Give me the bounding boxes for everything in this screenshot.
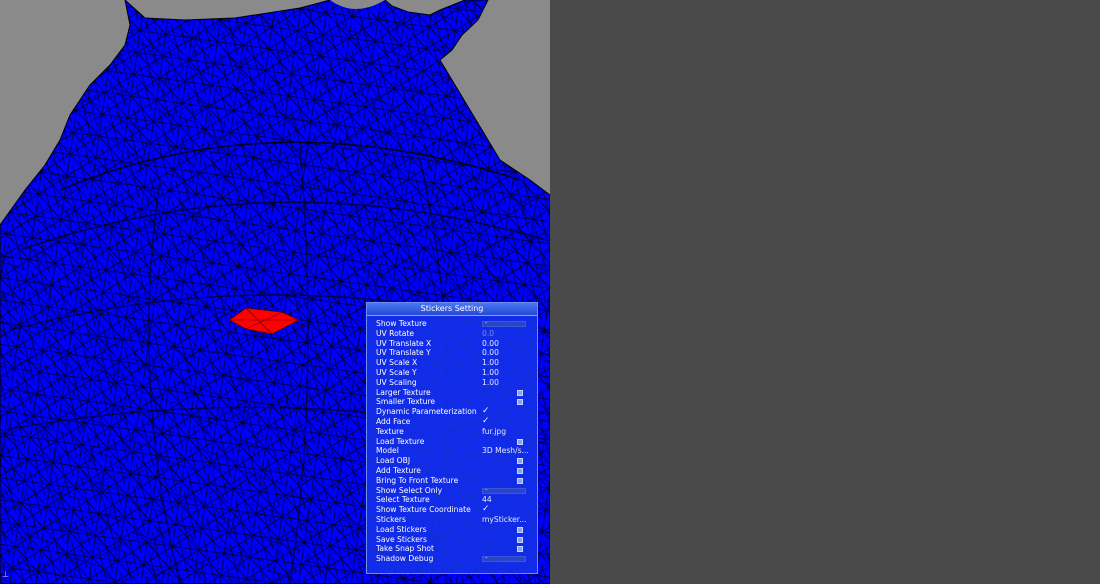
setting-value[interactable]: 1.00 (482, 378, 499, 388)
setting-label: Take Snap Shot (376, 544, 435, 554)
setting-label: Load Texture (376, 436, 425, 446)
setting-label: UV Scale X (376, 358, 418, 368)
setting-label: Stickers (376, 514, 406, 524)
setting-row-uv-scale-x[interactable]: UV Scale X 1.00 (367, 358, 537, 368)
panel-title[interactable]: Stickers Setting (367, 303, 537, 316)
setting-row-uv-scaling[interactable]: UV Scaling 1.00 (367, 378, 537, 388)
setting-label: Save Stickers (376, 534, 428, 544)
setting-label: Show Texture (376, 319, 427, 328)
setting-row-shadow-debug[interactable]: Shadow Debug - (367, 554, 537, 564)
setting-label: Show Texture Coordinate (376, 505, 471, 515)
empty-side-pane (550, 0, 1100, 584)
checkmark-icon[interactable]: ✓ (482, 416, 490, 426)
setting-row-stickers[interactable]: Stickers mySticker... (367, 515, 537, 525)
setting-value[interactable]: 1.00 (482, 358, 499, 368)
action-button[interactable] (517, 389, 523, 396)
setting-row-dynamic-parameterization[interactable]: Dynamic Parameterization ✓ (367, 407, 537, 417)
setting-label: Load OBJ (376, 456, 411, 466)
action-button[interactable] (517, 546, 523, 553)
setting-row-save-stickers[interactable]: Save Stickers (367, 535, 537, 545)
setting-label: Larger Texture (376, 387, 431, 397)
setting-row-add-face[interactable]: Add Face ✓ (367, 416, 537, 427)
settings-rows: Show Texture - UV Rotate 0.0 UV Translate X 0… (367, 316, 537, 564)
setting-row-uv-translate-y[interactable]: UV Translate Y 0.00 (367, 348, 537, 358)
setting-row-show-select-only[interactable]: Show Select Only - (367, 486, 537, 496)
action-button[interactable] (517, 536, 523, 543)
slider-control[interactable]: - (482, 485, 526, 494)
action-button[interactable] (517, 399, 523, 406)
setting-row-uv-scale-y[interactable]: UV Scale Y 1.00 (367, 368, 537, 378)
action-button[interactable] (517, 526, 523, 533)
setting-row-bring-to-front-texture[interactable]: Bring To Front Texture (367, 476, 537, 486)
setting-label: UV Rotate (376, 328, 415, 338)
setting-row-show-texture[interactable]: Show Texture - (367, 319, 537, 329)
setting-label: Smaller Texture (376, 397, 436, 407)
setting-row-show-texture-coordinate[interactable]: Show Texture Coordinate ✓ (367, 505, 537, 515)
setting-label: Load Stickers (376, 524, 427, 534)
slider-control[interactable]: - (482, 554, 526, 563)
setting-label: Shadow Debug (376, 554, 434, 564)
action-button[interactable] (517, 458, 523, 465)
stickers-settings-panel[interactable]: Stickers Setting Show Texture - UV Rotate 0… (366, 302, 538, 574)
setting-label: UV Translate Y (376, 348, 431, 358)
setting-row-select-texture[interactable]: Select Texture 44 (367, 495, 537, 505)
setting-row-uv-rotate[interactable]: UV Rotate 0.0 (367, 329, 537, 339)
setting-label: Add Texture (376, 465, 421, 475)
setting-row-smaller-texture[interactable]: Smaller Texture (367, 397, 537, 407)
setting-value[interactable]: fur.jpg (482, 427, 506, 437)
setting-value[interactable]: mySticker... (482, 515, 528, 525)
setting-label: Bring To Front Texture (376, 475, 459, 485)
setting-label: Select Texture (376, 495, 430, 505)
slider-value: - (485, 319, 488, 327)
setting-value[interactable]: 0.00 (482, 348, 499, 358)
slider-control[interactable]: - (482, 319, 526, 327)
setting-row-larger-texture[interactable]: Larger Texture (367, 388, 537, 398)
setting-row-uv-translate-x[interactable]: UV Translate X 0.00 (367, 339, 537, 349)
setting-value[interactable]: 1.00 (482, 368, 499, 378)
setting-label: Model (376, 446, 399, 456)
action-button[interactable] (517, 467, 523, 474)
setting-row-take-snap-shot[interactable]: Take Snap Shot (367, 544, 537, 554)
setting-value[interactable]: 0.00 (482, 339, 499, 349)
setting-label: UV Scaling (376, 377, 417, 387)
slider-value: - (485, 554, 488, 563)
setting-value[interactable]: 0.0 (482, 329, 494, 339)
axis-icon: ⊥ (2, 570, 9, 579)
setting-label: UV Scale Y (376, 367, 417, 377)
setting-label: Show Select Only (376, 485, 443, 495)
setting-label: UV Translate X (376, 338, 432, 348)
slider-value: - (485, 485, 488, 494)
setting-label: Texture (376, 426, 404, 436)
setting-row-texture[interactable]: Texture fur.jpg (367, 427, 537, 437)
checkmark-icon[interactable]: ✓ (482, 505, 490, 514)
checkmark-icon[interactable]: ✓ (482, 407, 490, 416)
setting-row-load-obj[interactable]: Load OBJ (367, 456, 537, 466)
action-button[interactable] (517, 438, 523, 445)
setting-row-load-stickers[interactable]: Load Stickers (367, 525, 537, 535)
setting-value[interactable]: 3D Mesh/s... (482, 446, 528, 456)
setting-label: Add Face (376, 416, 411, 426)
setting-label: Dynamic Parameterization (376, 407, 477, 417)
setting-row-model[interactable]: Model 3D Mesh/s... (367, 446, 537, 456)
setting-row-add-texture[interactable]: Add Texture (367, 466, 537, 476)
action-button[interactable] (517, 477, 523, 484)
setting-row-load-texture[interactable]: Load Texture (367, 437, 537, 447)
